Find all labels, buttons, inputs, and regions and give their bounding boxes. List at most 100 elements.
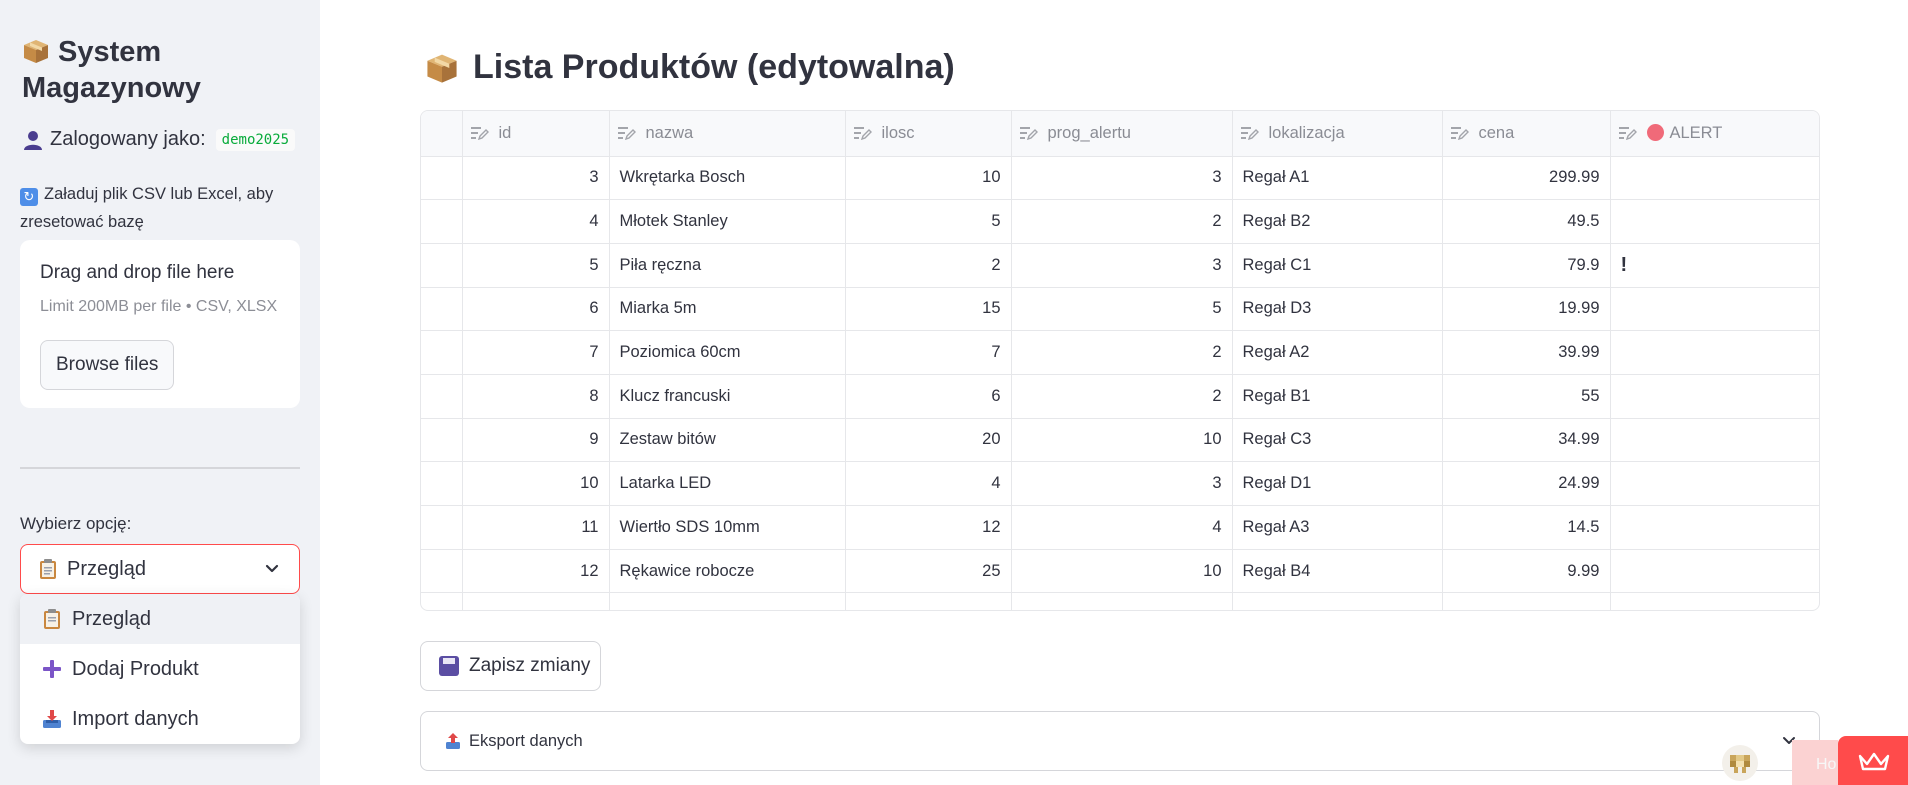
cell-nazwa[interactable]: Miarka 5m bbox=[609, 287, 846, 332]
cell-nazwa[interactable]: Rękawice robocze bbox=[609, 549, 846, 594]
cell-ilosc[interactable]: 10 bbox=[845, 156, 1012, 201]
cell-id[interactable]: 12 bbox=[462, 549, 610, 594]
table-row[interactable]: 12 Rękawice robocze 25 10 Regał B4 9.99 bbox=[421, 549, 1819, 594]
cell-cena[interactable]: 34.99 bbox=[1442, 418, 1611, 463]
cell-id[interactable]: 6 bbox=[462, 287, 610, 332]
option-import-danych[interactable]: Import danych bbox=[20, 694, 300, 744]
save-changes-button[interactable]: Zapisz zmiany bbox=[420, 641, 601, 691]
streamlit-crown-button[interactable] bbox=[1838, 736, 1908, 785]
cell-cena[interactable]: 299.99 bbox=[1442, 156, 1611, 201]
cell-id[interactable]: 11 bbox=[462, 505, 610, 550]
column-header-alert[interactable]: ALERT bbox=[1610, 111, 1819, 157]
cell-id[interactable]: 8 bbox=[462, 374, 610, 419]
cell-id[interactable]: 9 bbox=[462, 418, 610, 463]
cell-alert[interactable] bbox=[1610, 287, 1819, 332]
cell-ilosc[interactable]: 20 bbox=[845, 418, 1012, 463]
cell-prog-alertu[interactable]: 5 bbox=[1011, 287, 1233, 332]
cell-nazwa[interactable]: Poziomica 60cm bbox=[609, 330, 846, 375]
cell-id[interactable]: 10 bbox=[462, 461, 610, 506]
table-row[interactable]: 5 Piła ręczna 2 3 Regał C1 79.9! bbox=[421, 243, 1819, 288]
column-header-prog-alertu[interactable]: prog_alertu bbox=[1011, 111, 1233, 157]
cell-prog-alertu[interactable]: 4 bbox=[1011, 505, 1233, 550]
cell-prog-alertu[interactable]: 3 bbox=[1011, 243, 1233, 288]
table-row[interactable]: 10 Latarka LED 4 3 Regał D1 24.99 bbox=[421, 461, 1819, 506]
file-dropzone[interactable]: Drag and drop file here Limit 200MB per … bbox=[20, 240, 300, 408]
cell-lokalizacja[interactable]: Regał D3 bbox=[1232, 287, 1443, 332]
cell-ilosc[interactable]: 6 bbox=[845, 374, 1012, 419]
column-header-cena[interactable]: cena bbox=[1442, 111, 1611, 157]
cell-ilosc[interactable]: 15 bbox=[845, 287, 1012, 332]
cell-id[interactable]: 7 bbox=[462, 330, 610, 375]
cell-id[interactable]: 5 bbox=[462, 243, 610, 288]
cell-alert[interactable] bbox=[1610, 505, 1819, 550]
product-grid[interactable]: id nazwa ilosc prog_alertu lokalizacja c… bbox=[420, 110, 1820, 611]
cell-lokalizacja[interactable]: Regał A2 bbox=[1232, 330, 1443, 375]
cell-nazwa[interactable]: Zestaw bitów bbox=[609, 418, 846, 463]
cell-lokalizacja[interactable]: Regał B2 bbox=[1232, 199, 1443, 244]
cell-cena[interactable]: 19.99 bbox=[1442, 287, 1611, 332]
cell-prog-alertu[interactable]: 3 bbox=[1011, 156, 1233, 201]
cell-alert[interactable] bbox=[1610, 549, 1819, 594]
cell-lokalizacja[interactable]: Regał C3 bbox=[1232, 418, 1443, 463]
option-dodaj-produkt[interactable]: Dodaj Produkt bbox=[20, 644, 300, 694]
cell-lokalizacja[interactable]: Regał A1 bbox=[1232, 156, 1443, 201]
cell-nazwa[interactable]: Młotek Stanley bbox=[609, 199, 846, 244]
cell-ilosc[interactable]: 2 bbox=[845, 243, 1012, 288]
cell-prog-alertu[interactable]: 2 bbox=[1011, 330, 1233, 375]
cell-cena[interactable]: 39.99 bbox=[1442, 330, 1611, 375]
cell-cena[interactable]: 9.99 bbox=[1442, 549, 1611, 594]
cell-ilosc[interactable]: 4 bbox=[845, 461, 1012, 506]
table-row[interactable]: 9 Zestaw bitów 20 10 Regał C3 34.99 bbox=[421, 418, 1819, 463]
cell-nazwa[interactable]: Wiertło SDS 10mm bbox=[609, 505, 846, 550]
cell-ilosc[interactable]: 25 bbox=[845, 549, 1012, 594]
cell-nazwa[interactable]: Wkrętarka Bosch bbox=[609, 156, 846, 201]
table-row[interactable]: 6 Miarka 5m 15 5 Regał D3 19.99 bbox=[421, 287, 1819, 332]
column-header-ilosc[interactable]: ilosc bbox=[845, 111, 1012, 157]
table-row[interactable]: 11 Wiertło SDS 10mm 12 4 Regał A3 14.5 bbox=[421, 505, 1819, 550]
hosted-badge[interactable]: Ho bbox=[1792, 740, 1838, 785]
cell-alert[interactable] bbox=[1610, 330, 1819, 375]
cell-lokalizacja[interactable]: Regał B4 bbox=[1232, 549, 1443, 594]
column-header-id[interactable]: id bbox=[462, 111, 610, 157]
cell-alert[interactable] bbox=[1610, 418, 1819, 463]
cell-ilosc[interactable]: 7 bbox=[845, 330, 1012, 375]
cell-lokalizacja[interactable]: Regał C1 bbox=[1232, 243, 1443, 288]
cell-prog-alertu[interactable]: 2 bbox=[1011, 199, 1233, 244]
table-row[interactable]: 8 Klucz francuski 6 2 Regał B1 55 bbox=[421, 374, 1819, 419]
cell-cena[interactable]: 24.99 bbox=[1442, 461, 1611, 506]
browse-files-button[interactable]: Browse files bbox=[40, 340, 175, 390]
cell-nazwa[interactable]: Latarka LED bbox=[609, 461, 846, 506]
table-row[interactable]: 4 Młotek Stanley 5 2 Regał B2 49.5 bbox=[421, 199, 1819, 244]
option-select[interactable]: Przegląd bbox=[20, 544, 300, 594]
cell-alert[interactable] bbox=[1610, 461, 1819, 506]
cell-cena[interactable]: 49.5 bbox=[1442, 199, 1611, 244]
cell-nazwa[interactable]: Piła ręczna bbox=[609, 243, 846, 288]
column-header-lokalizacja[interactable]: lokalizacja bbox=[1232, 111, 1443, 157]
cell-prog-alertu[interactable]: 10 bbox=[1011, 418, 1233, 463]
cell-alert[interactable]: ! bbox=[1610, 243, 1819, 288]
cell-cena[interactable]: 55 bbox=[1442, 374, 1611, 419]
table-row[interactable]: 7 Poziomica 60cm 7 2 Regał A2 39.99 bbox=[421, 330, 1819, 375]
cell-id[interactable]: 4 bbox=[462, 199, 610, 244]
export-expander[interactable]: Eksport danych bbox=[420, 711, 1820, 771]
cell-prog-alertu[interactable]: 10 bbox=[1011, 549, 1233, 594]
cell-nazwa[interactable]: Klucz francuski bbox=[609, 374, 846, 419]
cell-ilosc[interactable]: 5 bbox=[845, 199, 1012, 244]
mascot-icon[interactable] bbox=[1722, 745, 1758, 781]
cell-cena[interactable]: 14.5 bbox=[1442, 505, 1611, 550]
cell-ilosc[interactable]: 12 bbox=[845, 505, 1012, 550]
table-row[interactable]: 3 Wkrętarka Bosch 10 3 Regał A1 299.99 bbox=[421, 156, 1819, 201]
cell-id[interactable]: 3 bbox=[462, 156, 610, 201]
cell-lokalizacja[interactable]: Regał D1 bbox=[1232, 461, 1443, 506]
cell-lokalizacja[interactable]: Regał B1 bbox=[1232, 374, 1443, 419]
cell-lokalizacja[interactable]: Regał A3 bbox=[1232, 505, 1443, 550]
column-header-nazwa[interactable]: nazwa bbox=[609, 111, 846, 157]
cell-cena[interactable]: 79.9 bbox=[1442, 243, 1611, 288]
option-przeglad[interactable]: Przegląd bbox=[20, 594, 300, 644]
cell-alert[interactable] bbox=[1610, 374, 1819, 419]
floppy-disk-icon bbox=[439, 656, 459, 676]
cell-prog-alertu[interactable]: 3 bbox=[1011, 461, 1233, 506]
cell-alert[interactable] bbox=[1610, 199, 1819, 244]
cell-prog-alertu[interactable]: 2 bbox=[1011, 374, 1233, 419]
cell-alert[interactable] bbox=[1610, 156, 1819, 201]
